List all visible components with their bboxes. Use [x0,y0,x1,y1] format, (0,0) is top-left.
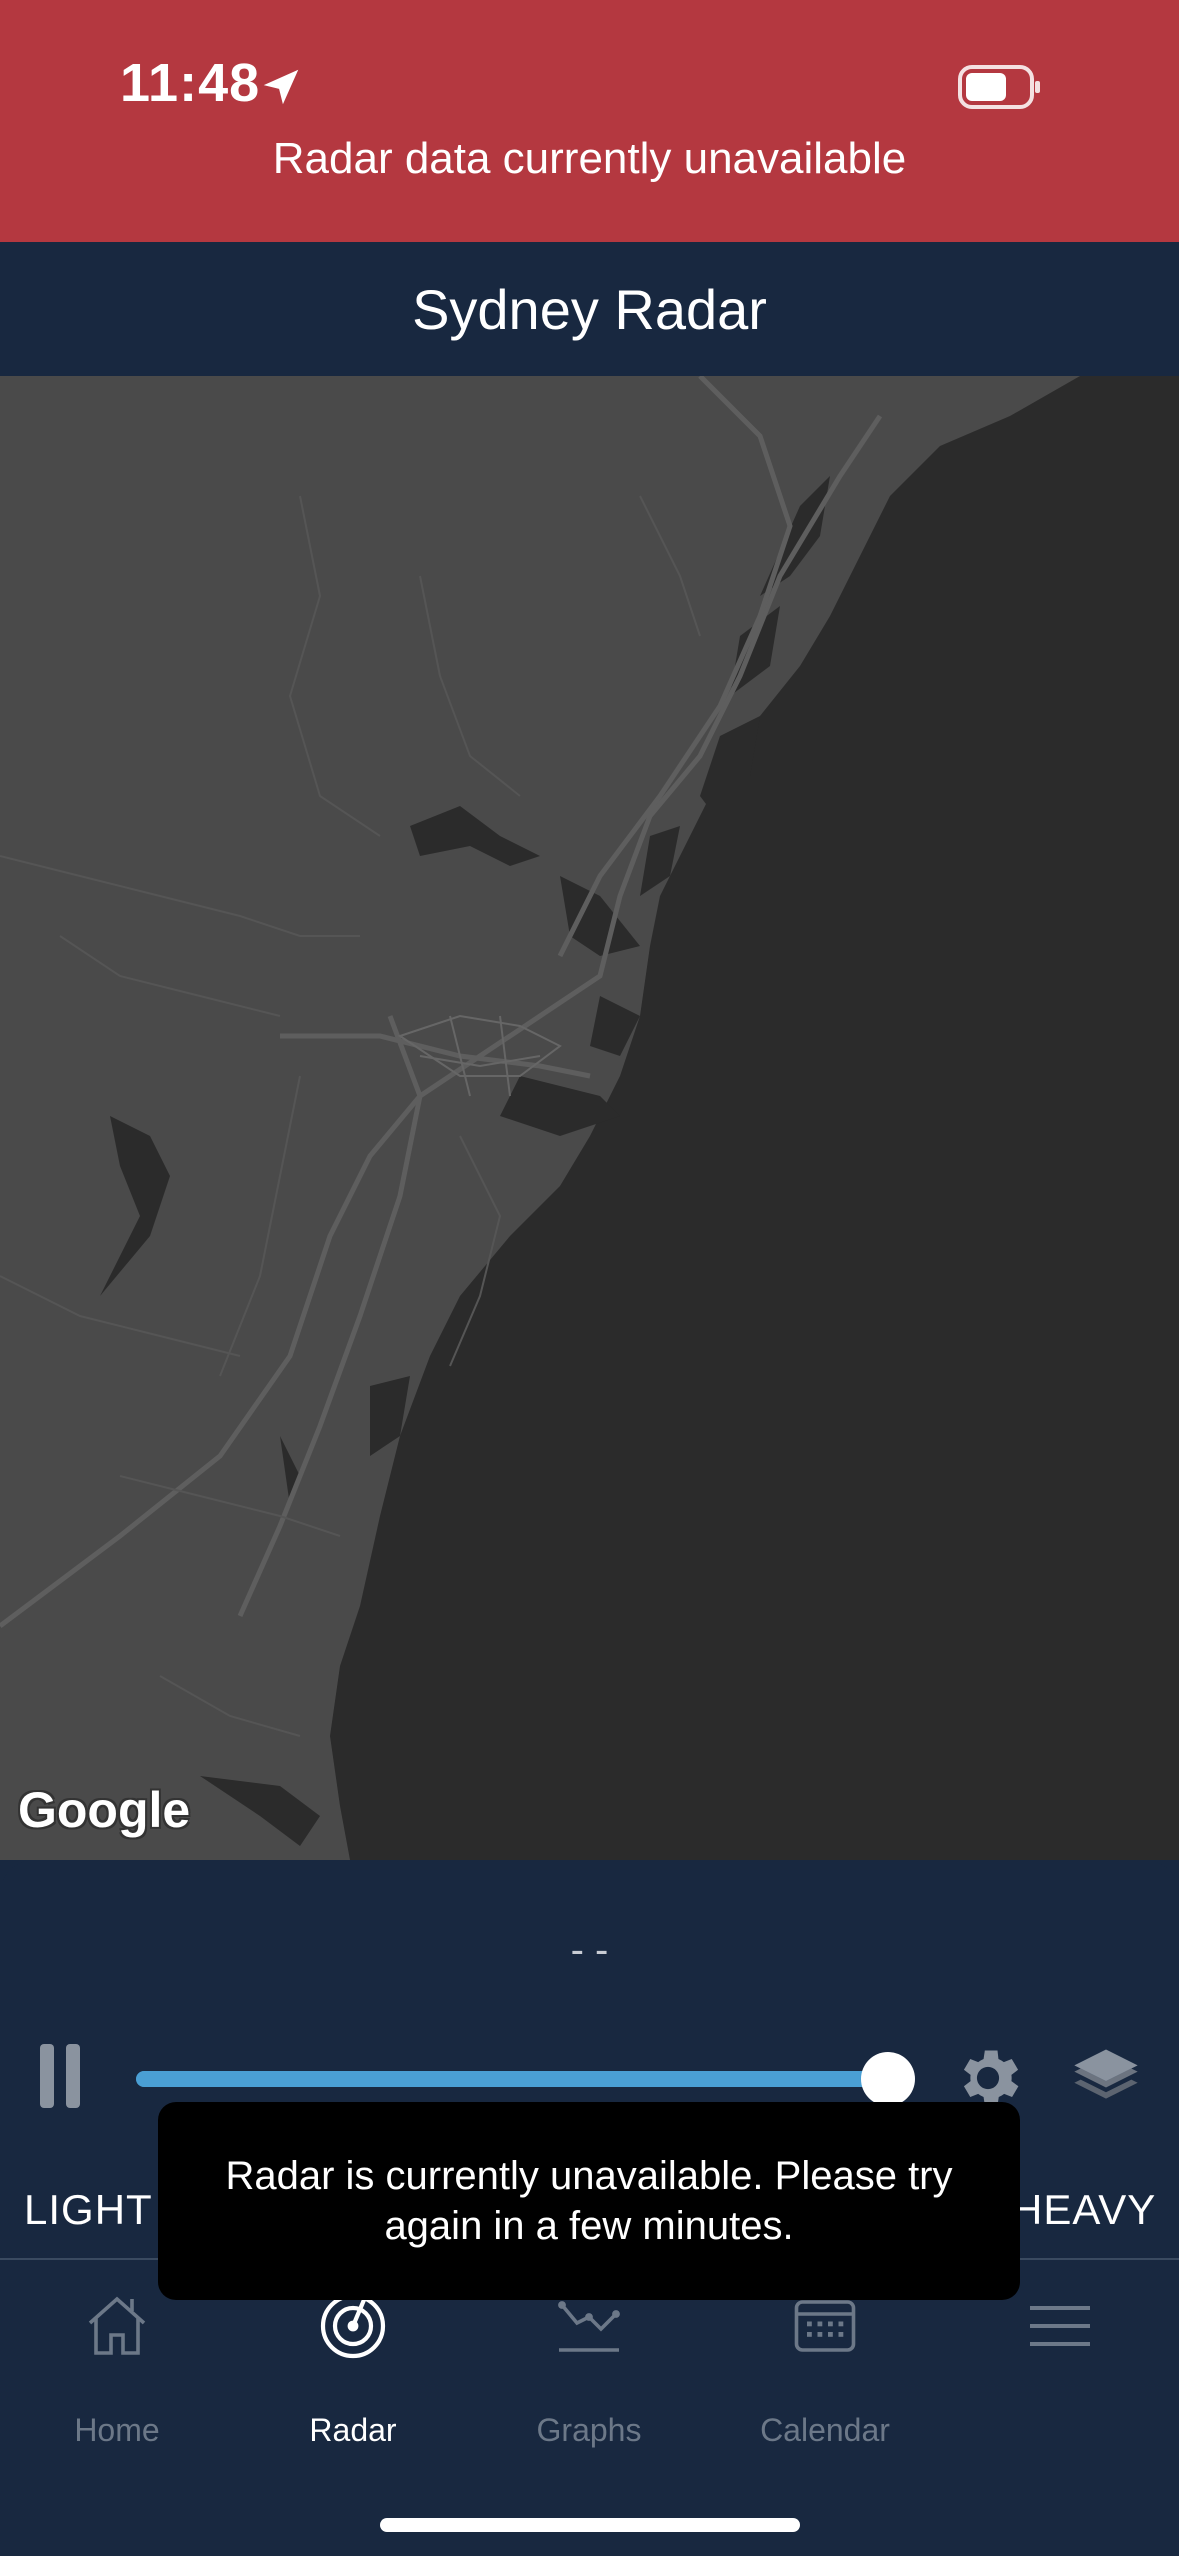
error-toast-message: Radar is currently unavailable. Please t… [225,2154,953,2248]
radar-icon [320,2293,386,2359]
timeline-slider-thumb[interactable] [861,2052,915,2106]
error-toast: Radar is currently unavailable. Please t… [158,2102,1020,2300]
graph-icon [558,2301,620,2352]
tab-home[interactable]: Home [17,2290,217,2450]
battery-icon [958,65,1040,109]
menu-icon [1030,2306,1090,2346]
pause-icon-bar [66,2044,80,2108]
header: Sydney Radar [0,242,1179,376]
location-arrow-icon [263,69,299,105]
radar-map[interactable]: Google [0,376,1179,1860]
map-canvas [0,376,1179,1860]
tab-radar-label: Radar [309,2412,397,2448]
status-bar: 11:48 Radar data currently unavailable [0,0,1179,242]
timeline-slider-fill [136,2071,888,2087]
tab-home-label: Home [74,2412,160,2448]
tab-menu[interactable] [960,2290,1160,2450]
pause-icon [40,2044,54,2108]
tab-bar: Home Radar Graphs Calendar [0,2260,1179,2556]
pause-button[interactable] [36,2044,84,2112]
tab-calendar-label: Calendar [760,2412,890,2448]
legend-heavy-label: HEAVY [1012,2186,1157,2233]
tab-calendar[interactable]: Calendar [725,2290,925,2450]
radar-timestamp: - - [570,1928,609,1972]
tab-radar[interactable]: Radar [253,2290,453,2450]
google-attribution: Google [18,1782,191,1838]
timeline-slider[interactable] [136,2071,888,2087]
radar-unavailable-alert: Radar data currently unavailable [272,134,907,183]
layers-icon[interactable] [1068,2040,1144,2116]
home-indicator[interactable] [380,2518,800,2532]
calendar-icon [794,2300,856,2352]
legend-light-label: LIGHT [24,2186,153,2233]
tab-graphs[interactable]: Graphs [489,2290,689,2450]
tab-graphs-label: Graphs [536,2412,642,2448]
page-title: Sydney Radar [412,277,767,341]
home-icon [88,2296,146,2355]
status-time: 11:48 [120,53,261,113]
